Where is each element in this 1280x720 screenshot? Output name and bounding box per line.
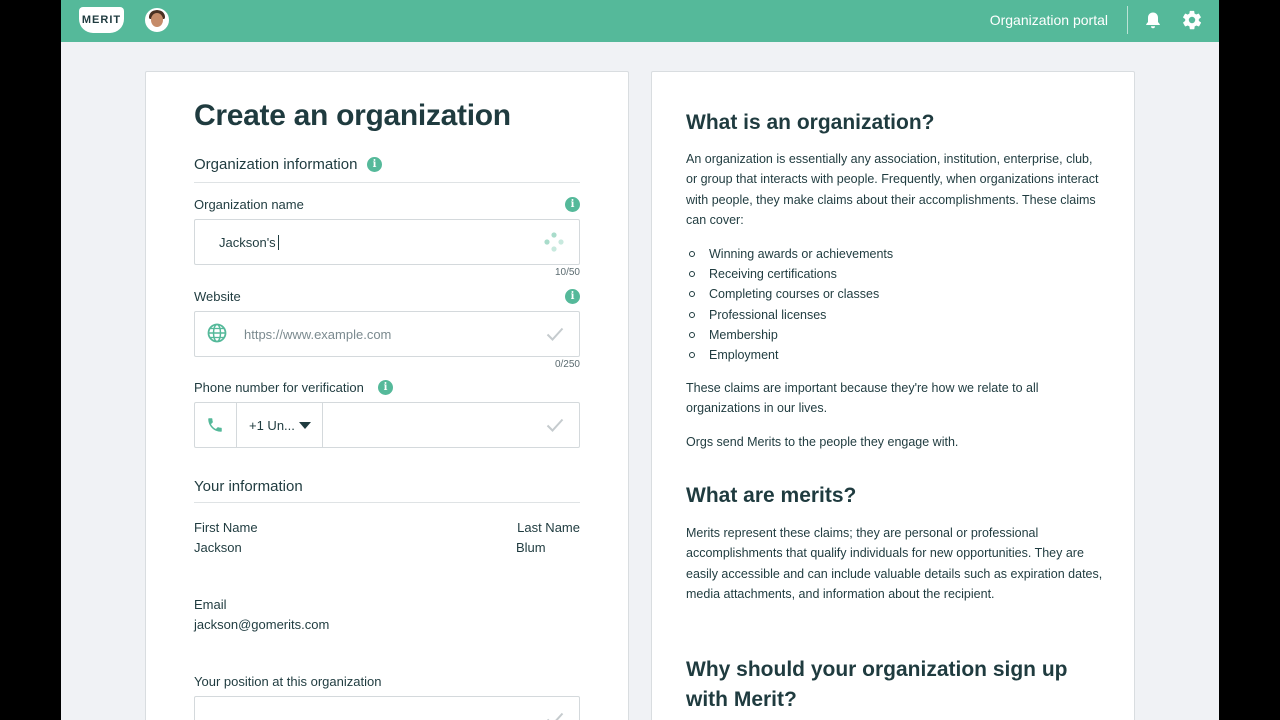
- globe-icon: [207, 323, 227, 343]
- org-name-value: Jackson's: [219, 235, 279, 250]
- position-label: Your position at this organization: [194, 674, 382, 689]
- list-item: Professional licenses: [686, 305, 893, 325]
- app-window: MERIT Organization portal Create an orga…: [61, 0, 1219, 720]
- loading-spinner-icon: [544, 232, 564, 252]
- email-label: Email: [194, 597, 227, 612]
- position-input[interactable]: [194, 696, 580, 720]
- what-is-org-heading: What is an organization?: [686, 111, 935, 134]
- country-code-select[interactable]: +1 Un...: [237, 403, 323, 447]
- section-divider: [194, 502, 580, 503]
- checkmark-icon: [546, 418, 564, 432]
- claims-list: Winning awards or achievements Receiving…: [686, 244, 893, 365]
- merit-logo[interactable]: MERIT: [79, 7, 124, 33]
- bell-icon[interactable]: [1143, 10, 1163, 30]
- why-sign-up-heading: Why should your organization sign up wit…: [686, 658, 1068, 711]
- list-item: Completing courses or classes: [686, 284, 893, 304]
- last-name-label: Last Name: [517, 520, 580, 535]
- org-info-section-title: Organization information: [194, 156, 358, 173]
- list-item: Membership: [686, 325, 893, 345]
- first-name-value: Jackson: [194, 540, 242, 555]
- avatar-face: [151, 13, 163, 27]
- what-is-org-paragraph: An organization is essentially any assoc…: [686, 152, 1099, 227]
- phone-icon: [208, 418, 222, 432]
- gear-icon[interactable]: [1181, 9, 1203, 31]
- your-info-section-title: Your information: [194, 478, 303, 495]
- dropdown-arrow-icon: [299, 422, 311, 429]
- org-name-counter: 10/50: [554, 267, 580, 278]
- website-input[interactable]: https://www.example.com: [194, 311, 580, 357]
- website-label: Website: [194, 289, 241, 304]
- page-title: Create an organization: [194, 99, 511, 132]
- info-icon[interactable]: i: [378, 380, 393, 395]
- phone-prefix: [195, 403, 237, 447]
- first-name-label: First Name: [194, 520, 258, 535]
- list-item: Winning awards or achievements: [686, 244, 893, 264]
- what-are-merits-paragraph: Merits represent these claims; they are …: [686, 526, 1103, 601]
- what-are-merits-heading: What are merits?: [686, 484, 857, 507]
- top-bar: MERIT Organization portal: [61, 0, 1219, 42]
- info-icon[interactable]: i: [565, 289, 580, 304]
- phone-input[interactable]: +1 Un...: [194, 402, 580, 448]
- org-name-label: Organization name: [194, 197, 304, 212]
- claims-importance-paragraph: These claims are important because they'…: [686, 381, 1039, 416]
- org-name-input[interactable]: Jackson's: [194, 219, 580, 265]
- section-divider: [194, 182, 580, 183]
- info-icon[interactable]: i: [565, 197, 580, 212]
- organization-portal-link[interactable]: Organization portal: [990, 12, 1108, 28]
- create-organization-form: Create an organization Organization info…: [145, 71, 629, 720]
- orgs-send-merits-paragraph: Orgs send Merits to the people they enga…: [686, 435, 959, 449]
- last-name-value: Blum: [516, 540, 546, 555]
- user-avatar[interactable]: [145, 8, 169, 32]
- checkmark-icon: [547, 712, 564, 720]
- website-placeholder: https://www.example.com: [244, 327, 392, 342]
- website-counter: 0/250: [554, 359, 580, 370]
- info-icon[interactable]: i: [367, 157, 382, 172]
- organization-info-panel: What is an organization? An organization…: [651, 71, 1135, 720]
- topbar-divider: [1127, 6, 1128, 34]
- email-value: jackson@gomerits.com: [194, 617, 330, 632]
- list-item: Employment: [686, 345, 893, 365]
- checkmark-icon: [546, 327, 564, 341]
- phone-label: Phone number for verification: [194, 380, 364, 395]
- list-item: Receiving certifications: [686, 264, 893, 284]
